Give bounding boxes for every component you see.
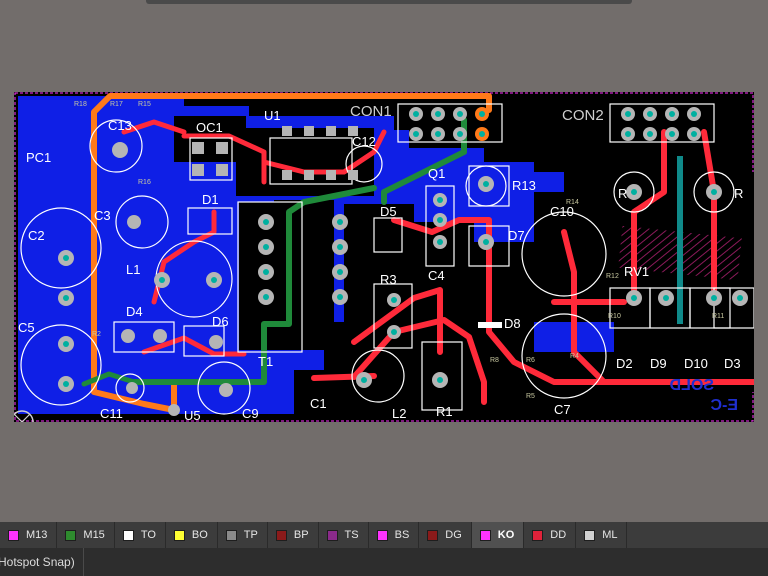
label-c13: C13 <box>108 118 132 133</box>
label-r4: R4 <box>570 353 579 360</box>
label-oc1: OC1 <box>196 120 223 135</box>
label-c5: C5 <box>18 320 35 335</box>
label-con2: CON2 <box>562 107 604 124</box>
layer-tab-dd[interactable]: DD <box>524 522 577 548</box>
layer-tab-m13[interactable]: M13 <box>0 522 58 548</box>
label-d6: D6 <box>212 314 229 329</box>
label-c11: C11 <box>100 406 123 421</box>
label-r17: R17 <box>110 101 123 108</box>
layer-swatch <box>427 529 439 541</box>
label-c3: C3 <box>94 208 111 223</box>
top-toolbar-strip <box>146 0 632 4</box>
label-d5: D5 <box>380 204 397 219</box>
label-d2: D2 <box>616 356 633 371</box>
layer-swatch <box>173 529 185 541</box>
layer-swatch <box>122 529 134 541</box>
layer-tab-label: DD <box>550 529 567 541</box>
label-r12: R12 <box>606 273 619 280</box>
label-u5: U5 <box>184 408 201 422</box>
label-r3: R3 <box>380 272 397 287</box>
layer-tab-m15[interactable]: M15 <box>57 522 115 548</box>
label-t1: T1 <box>258 354 273 369</box>
layer-tab-to[interactable]: TO <box>115 522 166 548</box>
label-con1: CON1 <box>350 103 392 120</box>
bottom-text-line2: E-C <box>710 397 738 414</box>
label-r11: R11 <box>712 313 724 320</box>
label-r2: R2 <box>92 331 101 338</box>
bottom-text-line1: SOLD <box>670 377 714 394</box>
layer-tab-label: TO <box>140 529 156 541</box>
status-divider <box>82 548 84 576</box>
snap-mode-status: (Hotspot Snap) <box>0 555 75 569</box>
layer-tab-label: TS <box>344 529 359 541</box>
label-q1: Q1 <box>428 166 445 181</box>
layer-tab-label: KO <box>497 529 515 541</box>
layer-tab-label: TP <box>243 529 258 541</box>
label-r14: R14 <box>566 199 579 206</box>
layer-swatch <box>65 529 77 541</box>
layer-tab-label: BP <box>293 529 309 541</box>
pcb-canvas[interactable]: CON1 CON2 PC1 C13 OC1 U1 C12 Q1 R13 C10 … <box>14 92 754 422</box>
layer-tab-dg[interactable]: DG <box>419 522 472 548</box>
label-c12: C12 <box>352 134 376 149</box>
label-d10: D10 <box>684 356 708 371</box>
label-r10: R10 <box>608 313 621 320</box>
layer-tab-bs[interactable]: BS <box>369 522 420 548</box>
label-r6: R6 <box>526 357 535 364</box>
label-r15: R15 <box>138 101 151 108</box>
layer-swatch <box>479 529 491 541</box>
layer-swatch <box>275 529 287 541</box>
label-r13: R13 <box>512 178 536 193</box>
label-c10: C10 <box>550 204 574 219</box>
layer-tab-label: DG <box>445 529 462 541</box>
layer-tab-ml[interactable]: ML <box>576 522 628 548</box>
label-r16: R16 <box>138 179 151 186</box>
layer-swatch <box>326 529 338 541</box>
layer-tab-ts[interactable]: TS <box>319 522 369 548</box>
layer-swatch <box>532 529 544 541</box>
label-d1: D1 <box>202 192 219 207</box>
status-bar: (Hotspot Snap) <box>0 548 768 576</box>
label-d4: D4 <box>126 304 143 319</box>
label-d9: D9 <box>650 356 667 371</box>
layer-tab-bar: M13 M15 TO BO TP BP TS BS DG KO DD ML <box>0 522 768 548</box>
layer-tab-tp[interactable]: TP <box>218 522 268 548</box>
label-u1: U1 <box>264 108 281 123</box>
label-c2: C2 <box>28 228 45 243</box>
label-r1: R1 <box>436 404 453 419</box>
layer-tab-bp[interactable]: BP <box>268 522 319 548</box>
label-r5: R5 <box>526 393 535 400</box>
d8-cathode-mark <box>478 322 502 328</box>
label-rv1: RV1 <box>624 264 649 279</box>
label-c4: C4 <box>428 268 445 283</box>
label-r-left: R <box>618 186 627 201</box>
layer-swatch <box>8 529 19 541</box>
layer-tab-bo[interactable]: BO <box>166 522 218 548</box>
label-l2: L2 <box>392 406 406 421</box>
layer-swatch <box>584 529 596 541</box>
label-r18: R18 <box>74 101 87 108</box>
layer-tab-label: ML <box>602 529 618 541</box>
layer-tab-label: BS <box>394 529 410 541</box>
label-d8: D8 <box>504 316 521 331</box>
label-r8: R8 <box>490 357 499 364</box>
label-r-right: R <box>734 186 743 201</box>
layer-swatch <box>225 529 237 541</box>
layer-tab-ko[interactable]: KO <box>471 522 525 548</box>
layer-tab-label: BO <box>191 529 208 541</box>
label-d7: D7 <box>508 228 525 243</box>
label-pc1: PC1 <box>26 150 51 165</box>
layer-tab-label: M13 <box>26 529 48 541</box>
layer-swatch <box>376 529 388 541</box>
label-l1: L1 <box>126 262 140 277</box>
label-d3: D3 <box>724 356 741 371</box>
label-c9: C9 <box>242 406 259 421</box>
layer-tab-label: M15 <box>83 529 105 541</box>
label-c1: C1 <box>310 396 327 411</box>
label-c7: C7 <box>554 402 571 417</box>
